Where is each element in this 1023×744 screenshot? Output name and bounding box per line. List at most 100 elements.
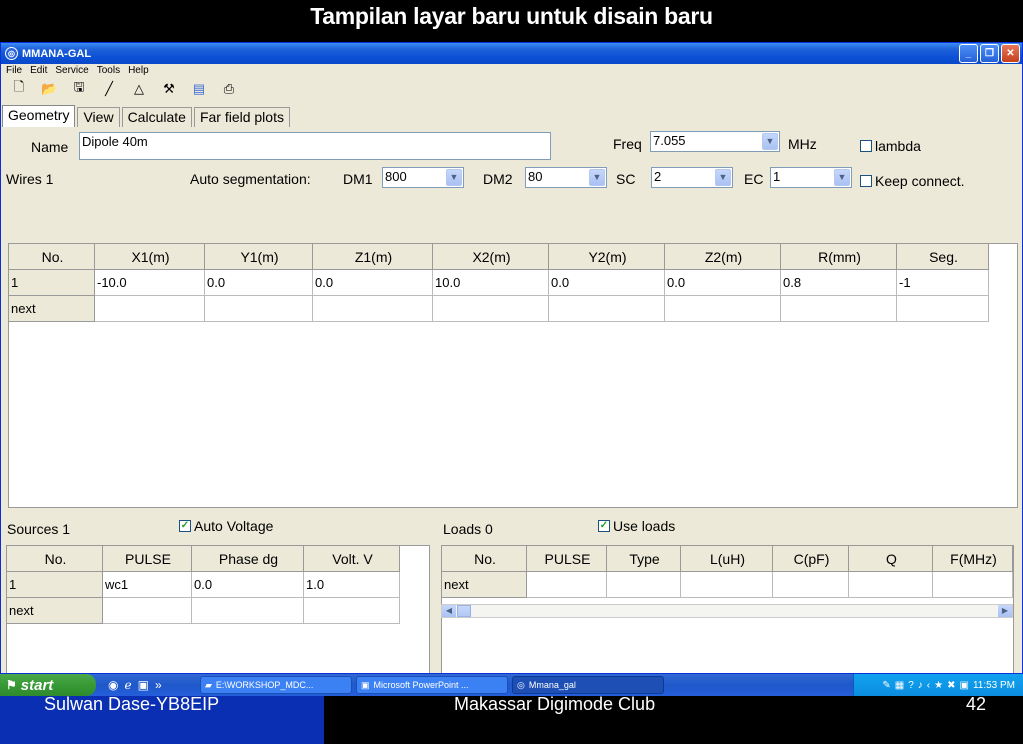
col-volt[interactable]: Volt. V xyxy=(303,545,400,572)
row-next[interactable]: next xyxy=(8,295,95,322)
media-player-icon[interactable]: ◉ xyxy=(108,678,118,692)
chevron-down-icon[interactable]: ▼ xyxy=(589,169,605,186)
ec-select[interactable]: 1 ▼ xyxy=(770,167,852,188)
col-pulse[interactable]: PULSE xyxy=(526,545,607,572)
use-loads-check-box[interactable]: ✓ xyxy=(598,520,610,532)
restore-button[interactable]: ❐ xyxy=(980,44,999,63)
col-x2[interactable]: X2(m) xyxy=(432,243,549,270)
cell-x2[interactable] xyxy=(432,295,549,322)
chevron-down-icon[interactable]: ▼ xyxy=(834,169,850,186)
col-c[interactable]: C(pF) xyxy=(772,545,849,572)
menu-edit[interactable]: Edit xyxy=(30,64,47,78)
cell-seg[interactable] xyxy=(896,295,989,322)
cell-y2[interactable]: 0.0 xyxy=(548,269,665,296)
dm1-select[interactable]: 800 ▼ xyxy=(382,167,464,188)
line-icon[interactable]: ╱ xyxy=(101,81,117,97)
cell-z2[interactable] xyxy=(664,295,781,322)
menu-file[interactable]: File xyxy=(6,64,22,78)
lambda-checkbox[interactable]: lambda xyxy=(860,138,921,154)
tray-help-icon[interactable]: ? xyxy=(908,680,914,691)
tab-calculate[interactable]: Calculate xyxy=(121,107,192,128)
open-folder-icon[interactable]: 📂 xyxy=(41,81,57,97)
cell-f[interactable] xyxy=(932,571,1013,598)
tab-view[interactable]: View xyxy=(77,107,120,128)
desktop-icon[interactable]: ▣ xyxy=(138,678,149,692)
print-icon[interactable]: ⎙ xyxy=(221,81,237,97)
notebook-icon[interactable]: ▤ xyxy=(191,81,207,97)
cell-y1[interactable]: 0.0 xyxy=(204,269,313,296)
cell-y2[interactable] xyxy=(548,295,665,322)
col-no[interactable]: No. xyxy=(8,243,95,270)
col-no[interactable]: No. xyxy=(6,545,103,572)
task-explorer[interactable]: ▰ E:\WORKSHOP_MDC... xyxy=(200,676,352,694)
cell-pulse[interactable] xyxy=(102,597,192,624)
task-powerpoint[interactable]: ▣ Microsoft PowerPoint ... xyxy=(356,676,508,694)
name-input[interactable]: Dipole 40m xyxy=(79,132,551,160)
col-l[interactable]: L(uH) xyxy=(680,545,773,572)
col-y2[interactable]: Y2(m) xyxy=(548,243,665,270)
col-seg[interactable]: Seg. xyxy=(896,243,989,270)
tray-volume-icon[interactable]: ♪ xyxy=(918,680,923,691)
row-next[interactable]: next xyxy=(441,571,527,598)
menu-help[interactable]: Help xyxy=(128,64,149,78)
tray-antivirus-icon[interactable]: ✖ xyxy=(947,680,955,691)
scroll-left-icon[interactable]: ◀ xyxy=(442,605,456,617)
chevron-down-icon[interactable]: ▼ xyxy=(762,133,778,150)
cell-x1[interactable]: -10.0 xyxy=(94,269,205,296)
row-no[interactable]: 1 xyxy=(8,269,95,296)
freq-select[interactable]: 7.055 ▼ xyxy=(650,131,780,152)
triangle-icon[interactable]: △ xyxy=(131,81,147,97)
cell-type[interactable] xyxy=(606,571,681,598)
cell-z2[interactable]: 0.0 xyxy=(664,269,781,296)
cell-q[interactable] xyxy=(848,571,933,598)
browser-icon[interactable]: ℯ xyxy=(124,678,131,692)
scroll-right-icon[interactable]: ▶ xyxy=(998,605,1012,617)
cell-pulse[interactable]: wc1 xyxy=(102,571,192,598)
cell-pulse[interactable] xyxy=(526,571,607,598)
col-r[interactable]: R(mm) xyxy=(780,243,897,270)
cell-volt[interactable] xyxy=(303,597,400,624)
cell-y1[interactable] xyxy=(204,295,313,322)
cell-phase[interactable] xyxy=(191,597,304,624)
row-no[interactable]: 1 xyxy=(6,571,103,598)
tray-arrow-icon[interactable]: ‹ xyxy=(927,680,930,691)
close-button[interactable]: ✕ xyxy=(1001,44,1020,63)
use-loads-checkbox[interactable]: ✓ Use loads xyxy=(598,518,675,534)
col-z2[interactable]: Z2(m) xyxy=(664,243,781,270)
cell-l[interactable] xyxy=(680,571,773,598)
col-pulse[interactable]: PULSE xyxy=(102,545,192,572)
lambda-check-box[interactable] xyxy=(860,140,872,152)
tray-star-icon[interactable]: ★ xyxy=(934,680,943,691)
minimize-button[interactable]: _ xyxy=(959,44,978,63)
chevron-down-icon[interactable]: ▼ xyxy=(715,169,731,186)
col-no[interactable]: No. xyxy=(441,545,527,572)
cell-c[interactable] xyxy=(772,571,849,598)
auto-voltage-check-box[interactable]: ✓ xyxy=(179,520,191,532)
tray-lock-icon[interactable]: ▣ xyxy=(959,680,968,691)
cell-x2[interactable]: 10.0 xyxy=(432,269,549,296)
cell-z1[interactable] xyxy=(312,295,433,322)
col-y1[interactable]: Y1(m) xyxy=(204,243,313,270)
menu-service[interactable]: Service xyxy=(55,64,88,78)
tray-tool-icon[interactable]: ✎ xyxy=(882,680,890,691)
save-icon[interactable]: 🖫 xyxy=(71,78,87,100)
loads-horizontal-scrollbar[interactable]: ◀ ▶ xyxy=(441,604,1013,618)
tools-icon[interactable]: ⚒ xyxy=(161,81,177,97)
cell-seg[interactable]: -1 xyxy=(896,269,989,296)
chevron-down-icon[interactable]: ▼ xyxy=(446,169,462,186)
auto-voltage-checkbox[interactable]: ✓ Auto Voltage xyxy=(179,518,273,534)
cell-z1[interactable]: 0.0 xyxy=(312,269,433,296)
cell-r[interactable]: 0.8 xyxy=(780,269,897,296)
col-phase[interactable]: Phase dg xyxy=(191,545,304,572)
tab-far-field-plots[interactable]: Far field plots xyxy=(193,107,290,128)
tray-network-icon[interactable]: ▦ xyxy=(895,680,904,691)
col-z1[interactable]: Z1(m) xyxy=(312,243,433,270)
task-mmana[interactable]: ◎ Mmana_gal xyxy=(512,676,664,694)
cell-x1[interactable] xyxy=(94,295,205,322)
keep-connect-checkbox[interactable]: Keep connect. xyxy=(860,173,965,189)
tab-geometry[interactable]: Geometry xyxy=(2,105,76,128)
row-next[interactable]: next xyxy=(6,597,103,624)
menu-tools[interactable]: Tools xyxy=(97,64,120,78)
cell-r[interactable] xyxy=(780,295,897,322)
more-icon[interactable]: » xyxy=(155,678,162,692)
